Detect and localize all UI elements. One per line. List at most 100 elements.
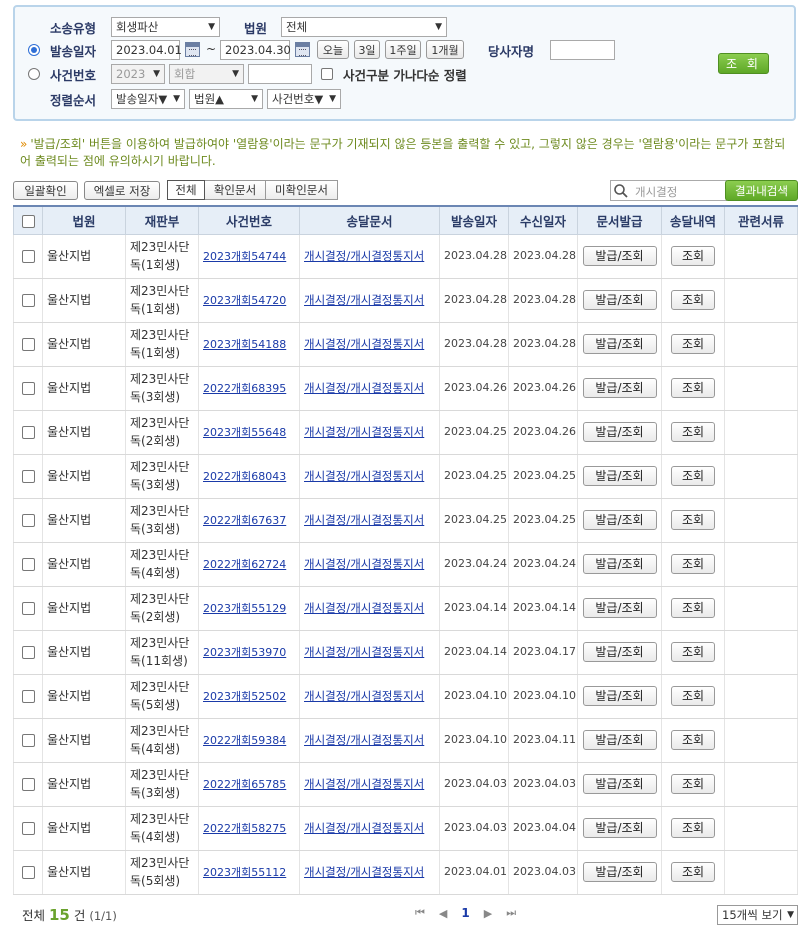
case-number-link[interactable]: 2023개회54720 bbox=[203, 294, 286, 307]
case-type-select[interactable]: 회생파산 ▼ bbox=[111, 17, 220, 37]
prev-page-icon[interactable]: ◀ bbox=[439, 907, 447, 920]
next-page-icon[interactable]: ▶ bbox=[484, 907, 492, 920]
row-checkbox[interactable] bbox=[21, 734, 35, 747]
document-link[interactable]: 개시결정/개시결정통지서 bbox=[304, 821, 424, 835]
tab-unconfirmed[interactable]: 미확인문서 bbox=[265, 180, 338, 200]
sort3-select[interactable]: 사건번호▼ ▼ bbox=[267, 89, 341, 109]
row-checkbox[interactable] bbox=[21, 470, 35, 483]
sort-alpha-checkbox[interactable] bbox=[321, 68, 333, 80]
date-to-input[interactable]: 2023.04.30 bbox=[220, 40, 291, 60]
row-checkbox[interactable] bbox=[21, 822, 35, 835]
delivery-history-button[interactable]: 조회 bbox=[671, 334, 715, 354]
row-checkbox[interactable] bbox=[21, 646, 35, 659]
issue-view-button[interactable]: 발급/조회 bbox=[582, 554, 657, 574]
document-link[interactable]: 개시결정/개시결정통지서 bbox=[304, 249, 424, 263]
delivery-history-button[interactable]: 조회 bbox=[671, 246, 715, 266]
case-number-link[interactable]: 2023개회54744 bbox=[203, 250, 286, 263]
delivery-history-button[interactable]: 조회 bbox=[671, 818, 715, 838]
issue-view-button[interactable]: 발급/조회 bbox=[582, 730, 657, 750]
quick-today-button[interactable]: 오늘 bbox=[317, 40, 349, 59]
issue-view-button[interactable]: 발급/조회 bbox=[582, 466, 657, 486]
issue-view-button[interactable]: 발급/조회 bbox=[582, 334, 657, 354]
document-link[interactable]: 개시결정/개시결정통지서 bbox=[304, 865, 424, 879]
quick-1month-button[interactable]: 1개월 bbox=[426, 40, 464, 59]
row-checkbox[interactable] bbox=[21, 338, 35, 351]
row-checkbox[interactable] bbox=[21, 426, 35, 439]
document-link[interactable]: 개시결정/개시결정통지서 bbox=[304, 601, 424, 615]
issue-view-button[interactable]: 발급/조회 bbox=[582, 774, 657, 794]
document-link[interactable]: 개시결정/개시결정통지서 bbox=[304, 557, 424, 571]
tab-all[interactable]: 전체 bbox=[167, 180, 205, 200]
sort1-select[interactable]: 발송일자▼ ▼ bbox=[111, 89, 185, 109]
issue-view-button[interactable]: 발급/조회 bbox=[582, 246, 657, 266]
case-number-link[interactable]: 2022개회68395 bbox=[203, 382, 286, 395]
case-number-input[interactable] bbox=[248, 64, 312, 84]
first-page-icon[interactable]: ⏮ bbox=[415, 906, 425, 920]
document-link[interactable]: 개시결정/개시결정통지서 bbox=[304, 513, 424, 527]
case-number-link[interactable]: 2023개회53970 bbox=[203, 646, 286, 659]
delivery-history-button[interactable]: 조회 bbox=[671, 422, 715, 442]
case-number-link[interactable]: 2023개회52502 bbox=[203, 690, 286, 703]
row-checkbox[interactable] bbox=[21, 294, 35, 307]
issue-view-button[interactable]: 발급/조회 bbox=[582, 510, 657, 530]
case-year-select[interactable]: 2023 ▼ bbox=[111, 64, 165, 84]
document-link[interactable]: 개시결정/개시결정통지서 bbox=[304, 733, 424, 747]
bulk-confirm-button[interactable]: 일괄확인 bbox=[13, 181, 78, 200]
tab-confirmed[interactable]: 확인문서 bbox=[204, 180, 266, 200]
case-number-link[interactable]: 2022개회67637 bbox=[203, 514, 286, 527]
calendar-icon[interactable] bbox=[185, 42, 200, 57]
issue-view-button[interactable]: 발급/조회 bbox=[582, 290, 657, 310]
row-checkbox[interactable] bbox=[21, 866, 35, 879]
row-checkbox[interactable] bbox=[21, 514, 35, 527]
case-number-link[interactable]: 2022개회58275 bbox=[203, 822, 286, 835]
calendar-icon[interactable] bbox=[295, 42, 310, 57]
document-link[interactable]: 개시결정/개시결정통지서 bbox=[304, 293, 424, 307]
delivery-history-button[interactable]: 조회 bbox=[671, 290, 715, 310]
case-number-link[interactable]: 2022개회68043 bbox=[203, 470, 286, 483]
quick-3day-button[interactable]: 3일 bbox=[354, 40, 380, 59]
delivery-history-button[interactable]: 조회 bbox=[671, 730, 715, 750]
document-link[interactable]: 개시결정/개시결정통지서 bbox=[304, 777, 424, 791]
document-link[interactable]: 개시결정/개시결정통지서 bbox=[304, 689, 424, 703]
case-number-link[interactable]: 2023개회55129 bbox=[203, 602, 286, 615]
case-number-link[interactable]: 2023개회55112 bbox=[203, 866, 286, 879]
issue-view-button[interactable]: 발급/조회 bbox=[582, 862, 657, 882]
case-no-radio[interactable] bbox=[28, 68, 40, 80]
delivery-history-button[interactable]: 조회 bbox=[671, 378, 715, 398]
row-checkbox[interactable] bbox=[21, 602, 35, 615]
row-checkbox[interactable] bbox=[21, 558, 35, 571]
row-checkbox[interactable] bbox=[21, 778, 35, 791]
issue-view-button[interactable]: 발급/조회 bbox=[582, 818, 657, 838]
case-number-link[interactable]: 2022개회62724 bbox=[203, 558, 286, 571]
send-date-radio[interactable] bbox=[28, 44, 40, 56]
select-all-checkbox[interactable] bbox=[21, 214, 35, 228]
sort2-select[interactable]: 법원▲ ▼ bbox=[189, 89, 263, 109]
document-link[interactable]: 개시결정/개시결정통지서 bbox=[304, 337, 424, 351]
document-link[interactable]: 개시결정/개시결정통지서 bbox=[304, 469, 424, 483]
document-link[interactable]: 개시결정/개시결정통지서 bbox=[304, 645, 424, 659]
case-kind-select[interactable]: 회합 ▼ bbox=[169, 64, 244, 84]
quick-1week-button[interactable]: 1주일 bbox=[385, 40, 421, 59]
excel-save-button[interactable]: 엑셀로 저장 bbox=[84, 181, 160, 200]
delivery-history-button[interactable]: 조회 bbox=[671, 686, 715, 706]
row-checkbox[interactable] bbox=[21, 250, 35, 263]
search-button[interactable]: 조 회 bbox=[718, 53, 769, 74]
result-search-input[interactable]: 개시결정 bbox=[610, 180, 727, 201]
party-input[interactable] bbox=[550, 40, 615, 60]
case-number-link[interactable]: 2022개회59384 bbox=[203, 734, 286, 747]
date-from-input[interactable]: 2023.04.01 bbox=[111, 40, 182, 60]
issue-view-button[interactable]: 발급/조회 bbox=[582, 686, 657, 706]
row-checkbox[interactable] bbox=[21, 690, 35, 703]
document-link[interactable]: 개시결정/개시결정통지서 bbox=[304, 381, 424, 395]
case-number-link[interactable]: 2022개회65785 bbox=[203, 778, 286, 791]
delivery-history-button[interactable]: 조회 bbox=[671, 774, 715, 794]
page-current[interactable]: 1 bbox=[461, 906, 469, 920]
result-search-button[interactable]: 결과내검색 bbox=[725, 180, 798, 201]
delivery-history-button[interactable]: 조회 bbox=[671, 862, 715, 882]
delivery-history-button[interactable]: 조회 bbox=[671, 598, 715, 618]
page-size-select[interactable]: 15개씩 보기 ▼ bbox=[717, 905, 798, 925]
issue-view-button[interactable]: 발급/조회 bbox=[582, 642, 657, 662]
issue-view-button[interactable]: 발급/조회 bbox=[582, 598, 657, 618]
delivery-history-button[interactable]: 조회 bbox=[671, 642, 715, 662]
document-link[interactable]: 개시결정/개시결정통지서 bbox=[304, 425, 424, 439]
